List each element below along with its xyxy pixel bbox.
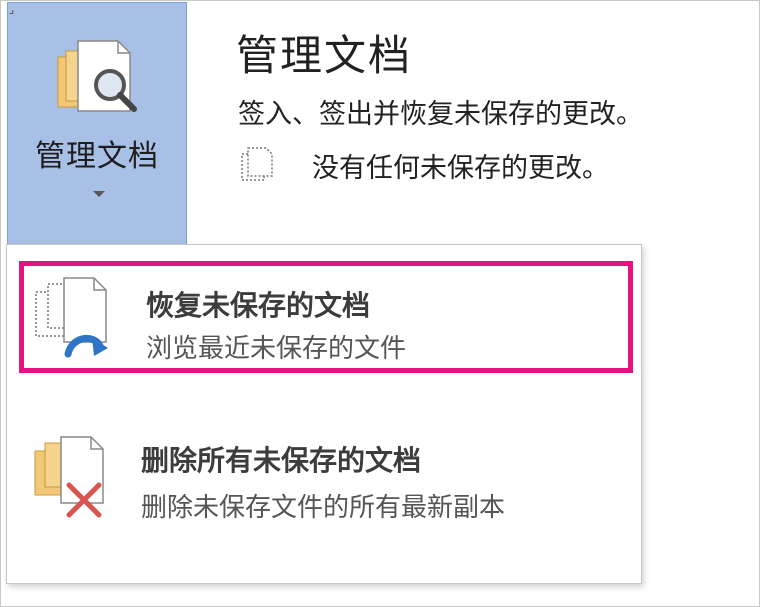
manage-document-button[interactable]: ⌟ 管理文档 <box>7 2 187 245</box>
document-dotted-icon <box>240 146 276 182</box>
menu-item-title: 恢复未保存的文档 <box>146 289 371 322</box>
chevron-down-icon <box>93 191 105 197</box>
menu-item-recover-unsaved[interactable]: 恢复未保存的文档 浏览最近未保存的文件 <box>19 261 633 373</box>
status-text: 没有任何未保存的更改。 <box>312 153 609 184</box>
corner-mark-icon: ⌟ <box>9 3 15 16</box>
delete-documents-icon <box>33 433 117 521</box>
manage-document-label: 管理文档 <box>35 139 159 174</box>
menu-item-description: 浏览最近未保存的文件 <box>146 334 407 364</box>
menu-item-title: 删除所有未保存的文档 <box>141 444 422 477</box>
menu-item-description: 删除未保存文件的所有最新副本 <box>141 493 506 523</box>
page-description: 签入、签出并恢复未保存的更改。 <box>238 99 643 130</box>
manage-document-dropdown: 恢复未保存的文档 浏览最近未保存的文件 删除所有未保存的文档 删除未保存文件的所… <box>6 244 642 584</box>
recover-document-icon <box>34 276 118 364</box>
manage-document-icon <box>52 33 148 129</box>
menu-item-delete-unsaved[interactable]: 删除所有未保存的文档 删除未保存文件的所有最新副本 <box>19 417 633 529</box>
page-title: 管理文档 <box>236 31 413 80</box>
